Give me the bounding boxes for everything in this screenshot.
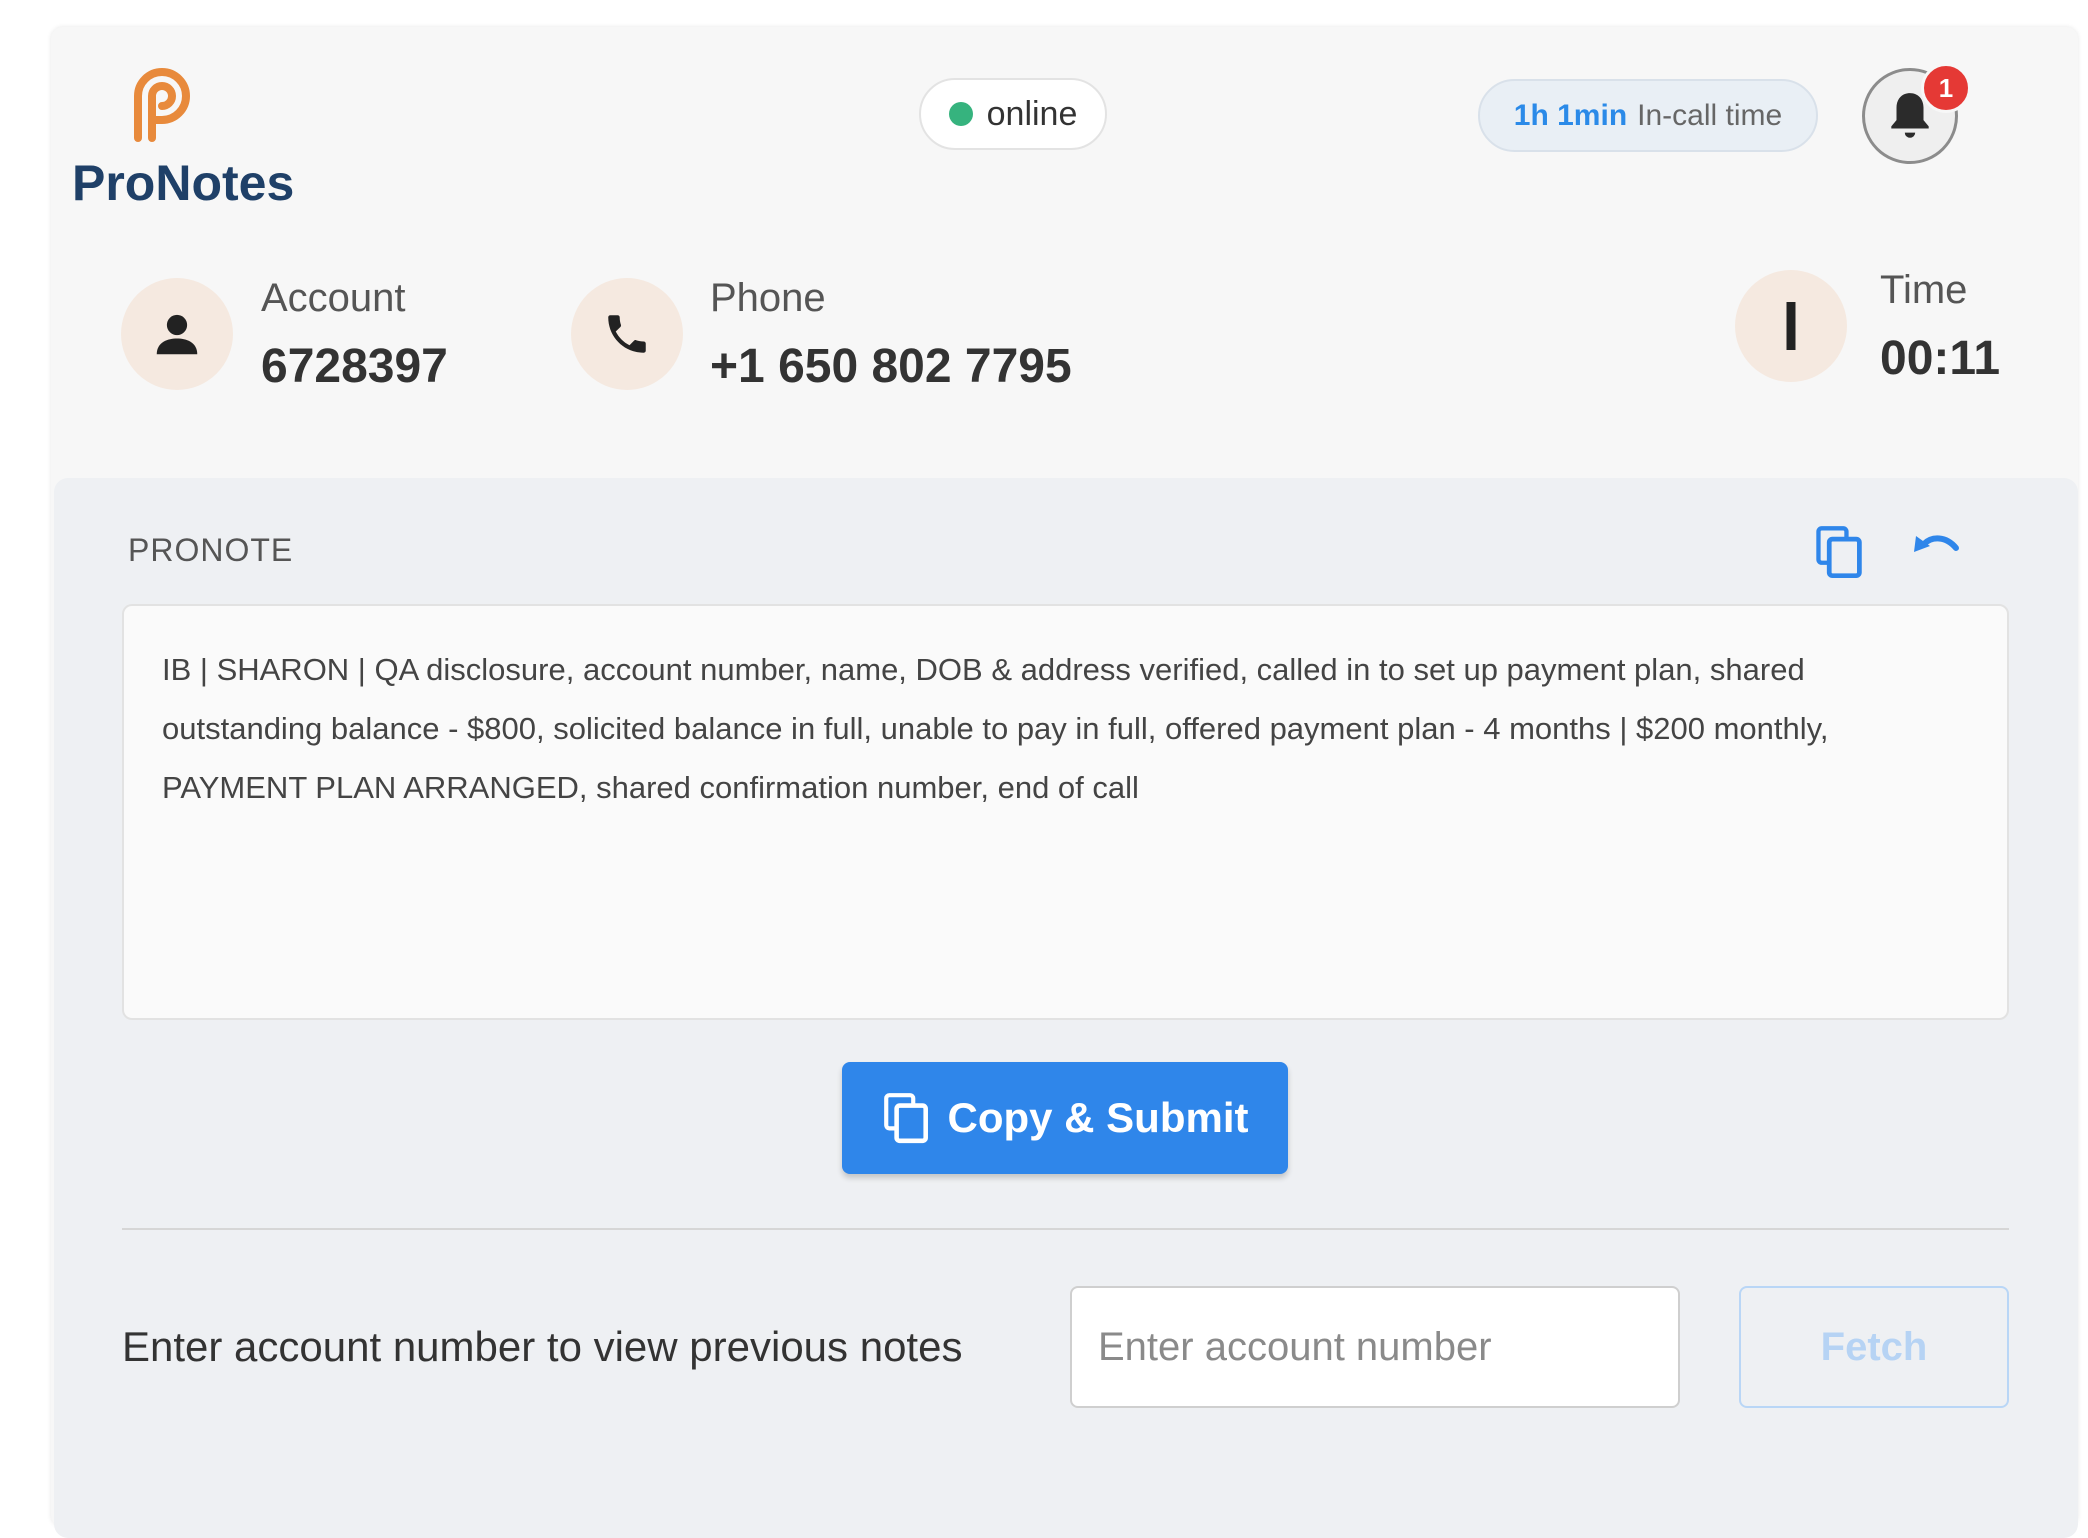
status-text: online [986,94,1078,133]
phone-icon [608,315,646,353]
in-call-time-pill: 1h 1min In-call time [1478,79,1818,152]
copy-submit-button[interactable]: Copy & Submit [842,1062,1288,1174]
time-label: Time [1880,268,1968,312]
undo-button[interactable] [1910,528,1962,577]
undo-icon [1914,535,1959,552]
account-value: 6728397 [261,340,448,393]
timer-icon [1786,302,1796,350]
copy-note-button[interactable] [1814,524,1866,585]
brand-name: ProNotes [72,155,295,211]
notification-count-badge: 1 [1921,63,1971,113]
online-dot-icon [948,102,973,126]
account-number-input[interactable] [1070,1286,1680,1408]
status-badge: online [919,78,1107,150]
pronotes-logo-icon [134,68,190,142]
copy-icon [1816,526,1862,579]
phone-label: Phone [710,276,826,320]
divider [122,1228,2009,1230]
timer-avatar [1735,270,1847,382]
pronote-section-title: PRONOTE [128,532,294,568]
account-avatar [121,278,233,390]
in-call-time-label: In-call time [1637,98,1783,132]
logo: ProNotes [72,56,295,212]
previous-notes-label: Enter account number to view previous no… [122,1323,963,1370]
pronote-textarea[interactable]: IB | SHARON | QA disclosure, account num… [122,604,2009,1020]
phone-avatar [571,278,683,390]
copy-submit-label: Copy & Submit [947,1094,1249,1141]
in-call-time-value: 1h 1min [1513,98,1628,132]
fetch-label: Fetch [1820,1324,1928,1369]
phone-value: +1 650 802 7795 [710,340,1072,393]
person-icon [156,314,198,355]
account-label: Account [261,276,406,320]
fetch-button[interactable]: Fetch [1739,1286,2009,1408]
time-value: 00:11 [1880,332,2001,385]
copy-icon [883,1093,928,1144]
